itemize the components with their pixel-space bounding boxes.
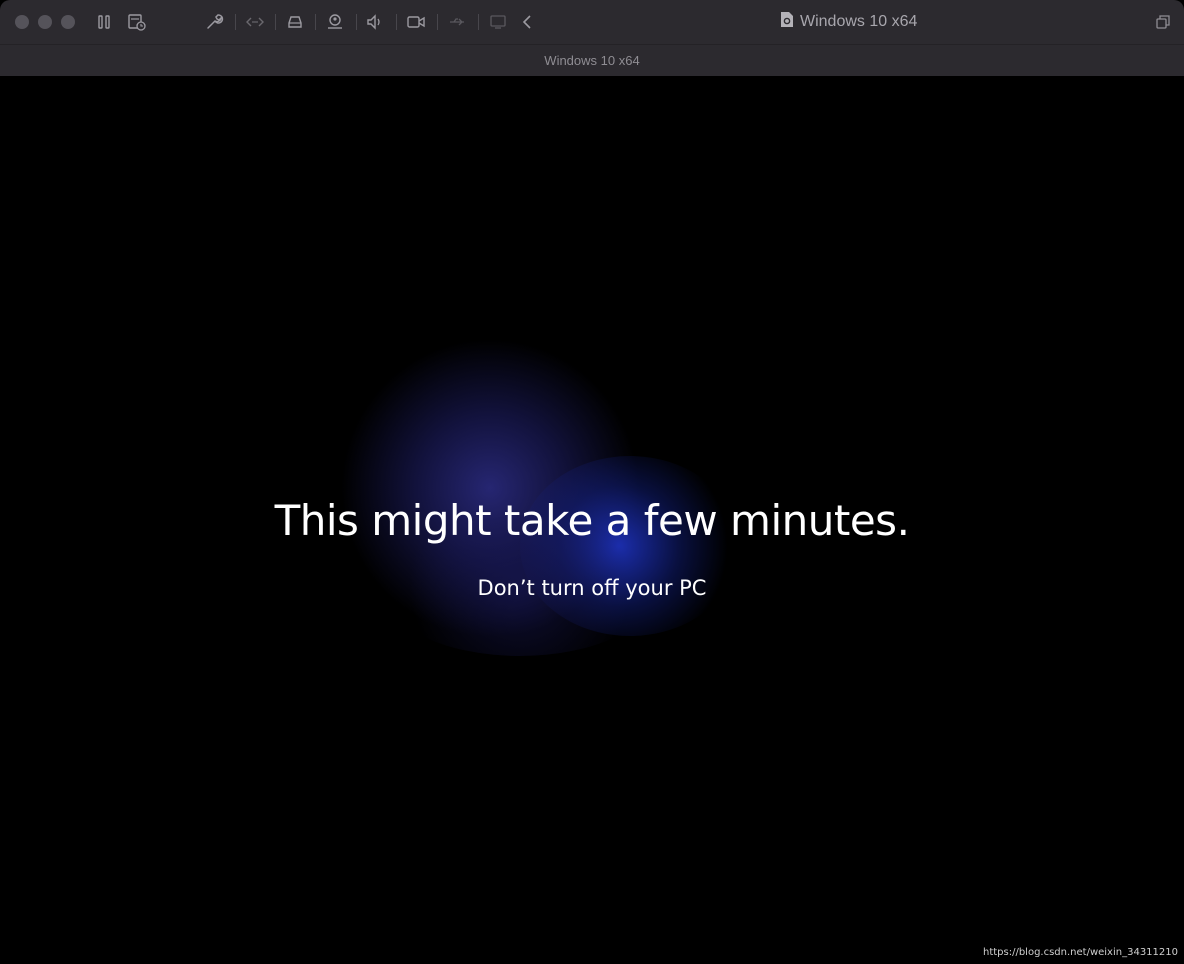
toolbar-separator — [235, 14, 236, 30]
tab-bar: Windows 10 x64 — [0, 44, 1184, 76]
toolbar-separator — [315, 14, 316, 30]
vm-window: Windows 10 x64 Windows 10 x64 This might… — [0, 0, 1184, 964]
window-title-text: Windows 10 x64 — [800, 13, 918, 30]
hard-drive-icon[interactable] — [285, 12, 305, 32]
snapshot-icon[interactable] — [127, 12, 147, 32]
code-icon[interactable] — [245, 12, 265, 32]
camera-icon[interactable] — [406, 12, 426, 32]
back-chevron-icon[interactable] — [517, 12, 537, 32]
display-icon[interactable] — [488, 12, 508, 32]
user-share-icon[interactable] — [325, 12, 345, 32]
toolbar-separator — [478, 14, 479, 30]
toolbar-separator — [275, 14, 276, 30]
window-title: Windows 10 x64 — [780, 12, 917, 32]
tab-windows-10[interactable]: Windows 10 x64 — [0, 53, 1184, 68]
setup-headline: This might take a few minutes. — [274, 496, 910, 545]
toolbar-separator — [396, 14, 397, 30]
toolbar-separator — [437, 14, 438, 30]
toolbar-separator — [356, 14, 357, 30]
minimize-window-button[interactable] — [38, 15, 52, 29]
watermark: https://blog.csdn.net/weixin_34311210 — [982, 947, 1178, 958]
setup-subline: Don’t turn off your PC — [477, 576, 707, 600]
vm-screen[interactable]: This might take a few minutes. Don’t tur… — [0, 76, 1184, 964]
document-icon — [780, 11, 794, 33]
restore-window-icon[interactable] — [1153, 12, 1173, 32]
zoom-window-button[interactable] — [61, 15, 75, 29]
settings-wrench-icon[interactable] — [204, 12, 224, 32]
pause-icon[interactable] — [94, 12, 114, 32]
sound-icon[interactable] — [365, 12, 385, 32]
close-window-button[interactable] — [15, 15, 29, 29]
usb-icon[interactable] — [447, 12, 467, 32]
title-bar: Windows 10 x64 — [0, 0, 1184, 44]
